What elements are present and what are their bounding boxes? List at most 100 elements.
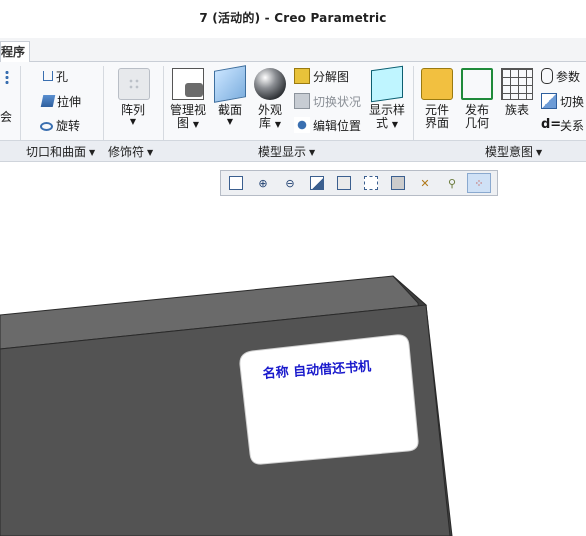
annotation-icon: ⁘ xyxy=(474,176,484,190)
toggle-status-label: 切换状况 xyxy=(313,94,362,109)
extrude-icon xyxy=(40,95,56,107)
repaint-icon xyxy=(310,176,324,190)
part-model xyxy=(0,275,453,536)
title-bar: 7 (活动的) - Creo Parametric xyxy=(0,0,586,38)
switch-dimensions-icon xyxy=(541,93,557,109)
pattern-button[interactable]: 阵列 ▼ xyxy=(118,68,150,126)
family-table-label: 族表 xyxy=(504,103,529,117)
section-label: 截面 xyxy=(217,103,242,117)
exploded-view-icon xyxy=(294,68,310,84)
hole-button[interactable]: 孔 xyxy=(40,66,68,86)
tab-application[interactable]: 程序 xyxy=(0,41,31,62)
parameters-button[interactable]: 参数 xyxy=(541,66,580,86)
manage-views-dropdown-icon: ▼ xyxy=(192,120,199,129)
extrude-label: 拉伸 xyxy=(57,94,82,109)
component-interface-icon xyxy=(421,68,453,100)
edit-position-button[interactable]: 编辑位置 xyxy=(294,115,361,135)
window-title: 7 (活动的) - Creo Parametric xyxy=(199,11,387,25)
display-style-button[interactable]: 显示样 式 ▼ xyxy=(367,65,407,131)
family-table-button[interactable]: 族表 xyxy=(501,68,533,117)
publish-geometry-label-2: 几何 xyxy=(464,116,489,130)
relations-button[interactable]: d= 关系 xyxy=(541,115,584,135)
display-style-label-1: 显示样 xyxy=(368,103,405,117)
refit-icon xyxy=(229,176,243,190)
partial-dots-icon xyxy=(4,70,10,84)
manage-views-label-2: 图 xyxy=(177,116,190,130)
parameters-label: 参数 xyxy=(556,69,581,84)
appearance-sphere-icon xyxy=(254,68,286,100)
view-manager-button[interactable] xyxy=(386,173,410,193)
publish-geometry-icon xyxy=(461,68,493,100)
group-label-model-intent-text: 模型意图 xyxy=(485,145,534,159)
display-style-toolbar-button[interactable] xyxy=(332,173,356,193)
edit-position-label: 编辑位置 xyxy=(313,118,362,133)
datum-display-button[interactable]: ✕ xyxy=(413,173,437,193)
annotation-display-button[interactable]: ⁘ xyxy=(467,173,491,193)
revolve-button[interactable]: 旋转 xyxy=(40,115,80,135)
spin-center-button[interactable]: ⚲ xyxy=(440,173,464,193)
saved-orientations-button[interactable] xyxy=(359,173,383,193)
pattern-icon xyxy=(118,68,150,100)
toggle-status-icon xyxy=(294,93,310,109)
exploded-view-label: 分解图 xyxy=(313,69,350,84)
display-style-dropdown-icon: ▼ xyxy=(391,120,398,129)
manage-views-button[interactable]: 管理视 图 ▼ xyxy=(168,68,208,131)
revolve-icon xyxy=(40,122,53,131)
appearance-label-2: 库 xyxy=(259,116,272,130)
datum-axes-icon: ✕ xyxy=(420,176,430,190)
chevron-down-icon: ▼ xyxy=(89,148,96,157)
zoom-out-button[interactable]: ⊖ xyxy=(278,173,302,193)
hole-label: 孔 xyxy=(56,69,69,84)
zoom-out-icon: ⊖ xyxy=(285,176,295,190)
group-label-model-display[interactable]: 模型显示 ▼ xyxy=(258,143,315,160)
section-icon xyxy=(214,65,246,103)
chevron-down-icon: ▼ xyxy=(147,148,154,157)
spin-center-icon: ⚲ xyxy=(447,176,457,190)
component-interface-label-2: 界面 xyxy=(424,116,449,130)
saved-views-icon xyxy=(364,176,378,190)
pattern-label: 阵列 xyxy=(120,103,145,117)
group-label-cut-surface-text: 切口和曲面 xyxy=(26,145,87,159)
group-label-model-display-text: 模型显示 xyxy=(258,145,307,159)
group-label-modifiers-text: 修饰符 xyxy=(108,145,145,159)
group-label-model-intent[interactable]: 模型意图 ▼ xyxy=(485,143,542,160)
pattern-dropdown-icon: ▼ xyxy=(129,117,137,126)
extrude-button[interactable]: 拉伸 xyxy=(40,91,81,111)
relations-icon: d= xyxy=(541,117,562,132)
group-label-cut-surface[interactable]: 切口和曲面 ▼ xyxy=(26,143,95,160)
parameters-icon xyxy=(541,68,553,84)
component-interface-label-1: 元件 xyxy=(424,103,449,117)
exploded-view-button[interactable]: 分解图 xyxy=(294,66,349,86)
publish-geometry-button[interactable]: 发布 几何 xyxy=(460,68,494,130)
cube-icon xyxy=(337,176,351,190)
toggle-status-button[interactable]: 切换状况 xyxy=(294,91,361,111)
zoom-in-icon: ⊕ xyxy=(258,176,268,190)
section-dropdown-icon: ▼ xyxy=(226,117,234,126)
family-table-icon xyxy=(501,68,533,100)
ribbon: 会 孔 拉伸 旋转 阵列 ▼ 管理视 图 ▼ 截面 ▼ 外观 库 ▼ 分解图 切… xyxy=(0,62,586,140)
graphics-toolbar: ⊕ ⊖ ✕ ⚲ ⁘ xyxy=(220,170,498,196)
switch-dimensions-button[interactable]: 切换 xyxy=(541,91,584,111)
group-label-modifiers[interactable]: 修饰符 ▼ xyxy=(108,143,153,160)
camera-icon xyxy=(391,176,405,190)
hole-icon xyxy=(43,71,53,81)
relations-label: 关系 xyxy=(560,118,585,133)
appearance-label-1: 外观 xyxy=(257,103,282,117)
chevron-down-icon: ▼ xyxy=(536,148,543,157)
chevron-down-icon: ▼ xyxy=(309,148,316,157)
manage-views-icon xyxy=(172,68,204,100)
repaint-button[interactable] xyxy=(305,173,329,193)
section-button[interactable]: 截面 ▼ xyxy=(214,65,246,126)
ribbon-tab-row: 程序 xyxy=(0,38,586,62)
zoom-in-button[interactable]: ⊕ xyxy=(251,173,275,193)
graphics-viewport[interactable]: 名称 自动借还书机 xyxy=(0,163,586,536)
refit-button[interactable] xyxy=(224,173,248,193)
appearance-gallery-button[interactable]: 外观 库 ▼ xyxy=(254,68,286,131)
manage-views-label-1: 管理视 xyxy=(169,103,206,117)
revolve-label: 旋转 xyxy=(56,118,81,133)
appearance-dropdown-icon: ▼ xyxy=(274,120,281,129)
publish-geometry-label-1: 发布 xyxy=(464,103,489,117)
name-label-card xyxy=(239,334,419,465)
component-interface-button[interactable]: 元件 界面 xyxy=(420,68,454,130)
partial-left-label[interactable]: 会 xyxy=(0,108,12,125)
